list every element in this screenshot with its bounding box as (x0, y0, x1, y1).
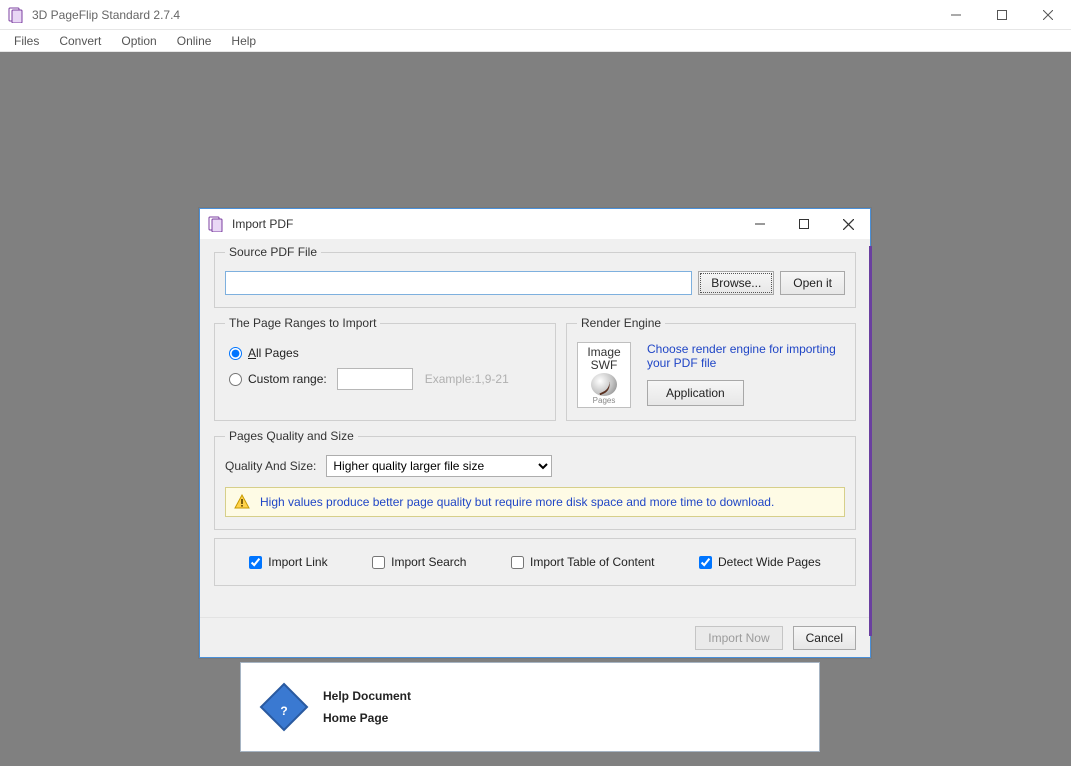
import-search-checkbox[interactable]: Import Search (372, 555, 466, 569)
menu-option[interactable]: Option (111, 32, 166, 50)
source-pdf-group: Source PDF File Browse... Open it (214, 245, 856, 308)
custom-range-label: Custom range: (248, 372, 327, 386)
svg-text:?: ? (280, 704, 287, 718)
custom-range-input[interactable] (337, 368, 413, 390)
dialog-minimize-button[interactable] (738, 209, 782, 239)
page-ranges-group: The Page Ranges to Import All Pages Cust… (214, 316, 556, 421)
dialog-titlebar: Import PDF (200, 209, 870, 239)
render-engine-hint: Choose render engine for importing your … (647, 342, 845, 370)
warning-icon (234, 494, 250, 510)
all-pages-radio[interactable] (229, 347, 242, 360)
import-pdf-dialog: Import PDF Source PDF File Browse... Ope… (199, 208, 871, 658)
menu-help[interactable]: Help (221, 32, 266, 50)
menu-convert[interactable]: Convert (49, 32, 111, 50)
application-button[interactable]: Application (647, 380, 744, 406)
render-engine-legend: Render Engine (577, 316, 665, 330)
render-engine-thumb: ImageSWF Pages (577, 342, 631, 408)
dialog-accent (869, 246, 872, 636)
menu-online[interactable]: Online (167, 32, 222, 50)
quality-info-bar: High values produce better page quality … (225, 487, 845, 517)
mdi-client: ? Help Document Home Page Import PDF Sou… (0, 52, 1071, 766)
menubar: Files Convert Option Online Help (0, 30, 1071, 52)
quality-select[interactable]: Higher quality larger file size (326, 455, 552, 477)
dialog-title: Import PDF (232, 217, 738, 231)
dialog-maximize-button[interactable] (782, 209, 826, 239)
quality-info-text: High values produce better page quality … (260, 495, 774, 509)
minimize-button[interactable] (933, 0, 979, 29)
swf-icon (591, 373, 617, 396)
pages-quality-group: Pages Quality and Size Quality And Size:… (214, 429, 856, 530)
import-now-button[interactable]: Import Now (695, 626, 782, 650)
dialog-close-button[interactable] (826, 209, 870, 239)
home-page-link[interactable]: Home Page (323, 711, 411, 725)
all-pages-label: All Pages (248, 346, 299, 360)
custom-range-example: Example:1,9-21 (425, 372, 509, 386)
menu-files[interactable]: Files (4, 32, 49, 50)
quality-label: Quality And Size: (225, 459, 316, 473)
source-pdf-path-input[interactable] (225, 271, 692, 295)
dialog-icon (208, 216, 224, 232)
custom-range-radio[interactable] (229, 373, 242, 386)
open-it-button[interactable]: Open it (780, 271, 845, 295)
help-document-link[interactable]: Help Document (323, 689, 411, 703)
import-link-checkbox[interactable]: Import Link (249, 555, 327, 569)
import-toc-checkbox[interactable]: Import Table of Content (511, 555, 655, 569)
source-pdf-legend: Source PDF File (225, 245, 321, 259)
window-title: 3D PageFlip Standard 2.7.4 (32, 8, 933, 22)
maximize-button[interactable] (979, 0, 1025, 29)
page-ranges-legend: The Page Ranges to Import (225, 316, 380, 330)
browse-button[interactable]: Browse... (698, 271, 774, 295)
main-titlebar: 3D PageFlip Standard 2.7.4 (0, 0, 1071, 30)
pages-quality-legend: Pages Quality and Size (225, 429, 358, 443)
import-options-bar: Import Link Import Search Import Table o… (214, 538, 856, 586)
detect-wide-pages-checkbox[interactable]: Detect Wide Pages (699, 555, 821, 569)
help-icon: ? (259, 682, 309, 732)
close-button[interactable] (1025, 0, 1071, 29)
help-panel: ? Help Document Home Page (240, 662, 820, 752)
dialog-footer: Import Now Cancel (200, 617, 870, 657)
app-icon (8, 7, 24, 23)
render-engine-group: Render Engine ImageSWF Pages Choose rend… (566, 316, 856, 421)
cancel-button[interactable]: Cancel (793, 626, 856, 650)
